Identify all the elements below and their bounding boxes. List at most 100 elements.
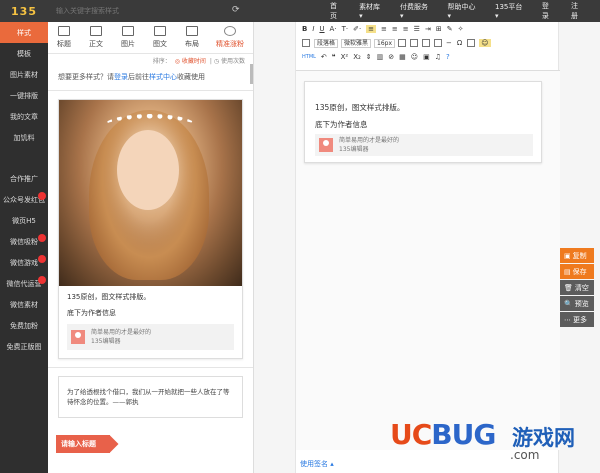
align-left-button[interactable]: ≡: [366, 25, 377, 33]
save-button[interactable]: ▤ 保存: [560, 264, 594, 279]
preview-button[interactable]: 🔍 预览: [560, 296, 594, 311]
undo-icon[interactable]: ↶: [321, 53, 327, 61]
text-icon: [90, 26, 102, 36]
tab-layout[interactable]: 布局: [176, 22, 208, 53]
editor: B I U A· T· ✐· ≡ ≡ ≡ ≡ ☰ ⇥ ⊞ ✎ ✧ 段落格 微软雅…: [295, 22, 560, 473]
spacing-icon[interactable]: ⇕: [366, 53, 372, 61]
style-card-imagetext[interactable]: 135原创，图文样式排版。 底下为作者信息 简单易用的才是最好的 135编辑器: [58, 99, 243, 359]
paragraph-select[interactable]: 段落格: [314, 38, 339, 48]
clear-button[interactable]: 🗑 清空: [560, 280, 594, 295]
smile-icon[interactable]: ☺: [479, 39, 491, 47]
align-right-button[interactable]: ≡: [392, 25, 398, 33]
sidebar-item-fans[interactable]: 微信吸粉: [0, 231, 48, 252]
sidebar-item-promo[interactable]: 合作推广: [0, 168, 48, 189]
edit-canvas[interactable]: 135原创，图文样式排版。 底下为作者信息 简单易用的才是最好的 135编辑器: [296, 70, 560, 450]
more-icon: ⋯: [564, 315, 571, 324]
quote-icon[interactable]: ❝: [332, 53, 336, 61]
login-link[interactable]: 登录: [114, 73, 128, 81]
underline-button[interactable]: U: [319, 25, 324, 33]
sidebar-item-onekey[interactable]: 一键排版: [0, 85, 48, 106]
columns-icon[interactable]: ▥: [377, 53, 384, 61]
search-input[interactable]: [56, 7, 226, 15]
style-card-quote[interactable]: 为了给透根找个借口，我们从一开始就把一些人放在了等待怀念的位置。——郭执: [58, 376, 243, 418]
source-icon[interactable]: [302, 39, 310, 47]
nav-help[interactable]: 帮助中心 ▾: [448, 2, 479, 20]
font-size-button[interactable]: T·: [342, 25, 349, 33]
indent-button[interactable]: ⇥: [425, 25, 431, 33]
music-icon[interactable]: ♫: [435, 53, 441, 61]
tab-fans[interactable]: 精准涨粉: [208, 22, 252, 53]
sidebar-item-redpacket[interactable]: 公众号发红包: [0, 189, 48, 210]
size-select[interactable]: 16px: [374, 38, 396, 48]
editor-content-card[interactable]: 135原创，图文样式排版。 底下为作者信息 简单易用的才是最好的 135编辑器: [304, 81, 542, 163]
align-center-button[interactable]: ≡: [381, 25, 387, 33]
editor-text-line2[interactable]: 底下为作者信息: [315, 119, 368, 130]
font-select[interactable]: 微软雅黑: [341, 38, 372, 48]
notify-badge: [38, 276, 46, 284]
sidebar-item-operation[interactable]: 微信代运营: [0, 273, 48, 294]
list-button[interactable]: ☰: [414, 25, 420, 33]
sidebar-item-template[interactable]: 模板: [0, 43, 48, 64]
nav-platform[interactable]: 135平台 ▾: [495, 2, 526, 20]
font-color-button[interactable]: A·: [330, 25, 337, 33]
editor-author-box[interactable]: 简单易用的才是最好的 135编辑器: [315, 134, 533, 156]
strike-button[interactable]: −: [446, 39, 452, 47]
tab-body[interactable]: 正文: [80, 22, 112, 53]
nav-paid[interactable]: 付费服务 ▾: [400, 2, 431, 20]
sort-bar: 排序： ◎ 收藏时间 | ◷ 使用次数: [152, 56, 245, 65]
format-brush-icon[interactable]: ✎: [447, 25, 453, 33]
app-logo[interactable]: 135: [0, 0, 48, 22]
bold-button[interactable]: B: [302, 25, 307, 33]
tab-image[interactable]: 图片: [112, 22, 144, 53]
copy-button[interactable]: ▣ 复制: [560, 248, 594, 263]
sidebar-item-articles[interactable]: 我的文章: [0, 106, 48, 127]
help-icon[interactable]: ?: [446, 53, 450, 61]
sort-by-collect[interactable]: ◎ 收藏时间: [175, 56, 206, 65]
sidebar-item-extra[interactable]: 加饥料: [0, 127, 48, 148]
nav-login[interactable]: 登录: [542, 1, 555, 21]
format-icon[interactable]: [467, 39, 476, 47]
format-icon[interactable]: [410, 39, 419, 47]
omega-icon[interactable]: Ω: [457, 39, 462, 47]
superscript-icon[interactable]: X²: [341, 53, 349, 61]
save-icon: ▤: [564, 267, 571, 276]
more-button[interactable]: ⋯ 更多: [560, 312, 594, 327]
image-insert-icon[interactable]: ▦: [399, 53, 406, 61]
nav-material[interactable]: 素材库 ▾: [359, 2, 384, 20]
format-icon[interactable]: [422, 39, 431, 47]
video-icon[interactable]: ▣: [423, 53, 430, 61]
clear-format-icon[interactable]: ✧: [458, 25, 464, 33]
table-button[interactable]: ⊞: [436, 25, 442, 33]
subscript-icon[interactable]: X₂: [353, 53, 361, 61]
nav-register[interactable]: 注册: [571, 1, 584, 21]
sidebar-item-freefans[interactable]: 免费加粉: [0, 315, 48, 336]
sidebar-item-image[interactable]: 图片素材: [0, 64, 48, 85]
person-icon: [224, 26, 236, 36]
sidebar-item-game[interactable]: 微信游戏: [0, 252, 48, 273]
sidebar-item-wxmaterial[interactable]: 微信素材: [0, 294, 48, 315]
format-icon[interactable]: [398, 39, 407, 47]
sidebar-item-freeimage[interactable]: 免费正版图: [0, 336, 48, 357]
justify-button[interactable]: ≡: [403, 25, 409, 33]
refresh-icon[interactable]: ⟳: [232, 5, 240, 15]
italic-button[interactable]: I: [312, 25, 314, 33]
sort-by-usage[interactable]: | ◷ 使用次数: [210, 56, 245, 65]
panel-scrollbar[interactable]: [250, 64, 253, 84]
tab-title[interactable]: 标题: [48, 22, 80, 53]
background-color-button[interactable]: ✐·: [353, 25, 361, 33]
notify-badge: [38, 192, 46, 200]
tab-imagetext[interactable]: 图文: [144, 22, 176, 53]
toolbar-row-3: HTML ↶ ❝ X² X₂ ⇕ ▥ ⊘ ▦ ☺ ▣ ♫ ?: [296, 50, 558, 64]
search-box[interactable]: [48, 0, 246, 22]
html-icon[interactable]: HTML: [302, 54, 316, 60]
emoji-icon[interactable]: ☺: [411, 53, 418, 61]
editor-text-line1[interactable]: 135原创，图文样式排版。: [315, 102, 404, 113]
nav-home[interactable]: 首页: [330, 1, 343, 21]
sidebar-item-style[interactable]: 样式: [0, 22, 48, 43]
style-card-title[interactable]: 请输入标题: [56, 435, 110, 453]
style-center-link[interactable]: 样式中心: [149, 73, 177, 81]
format-icon[interactable]: [434, 39, 443, 47]
link-icon[interactable]: ⊘: [388, 53, 394, 61]
sidebar-item-h5[interactable]: 微页H5: [0, 210, 48, 231]
